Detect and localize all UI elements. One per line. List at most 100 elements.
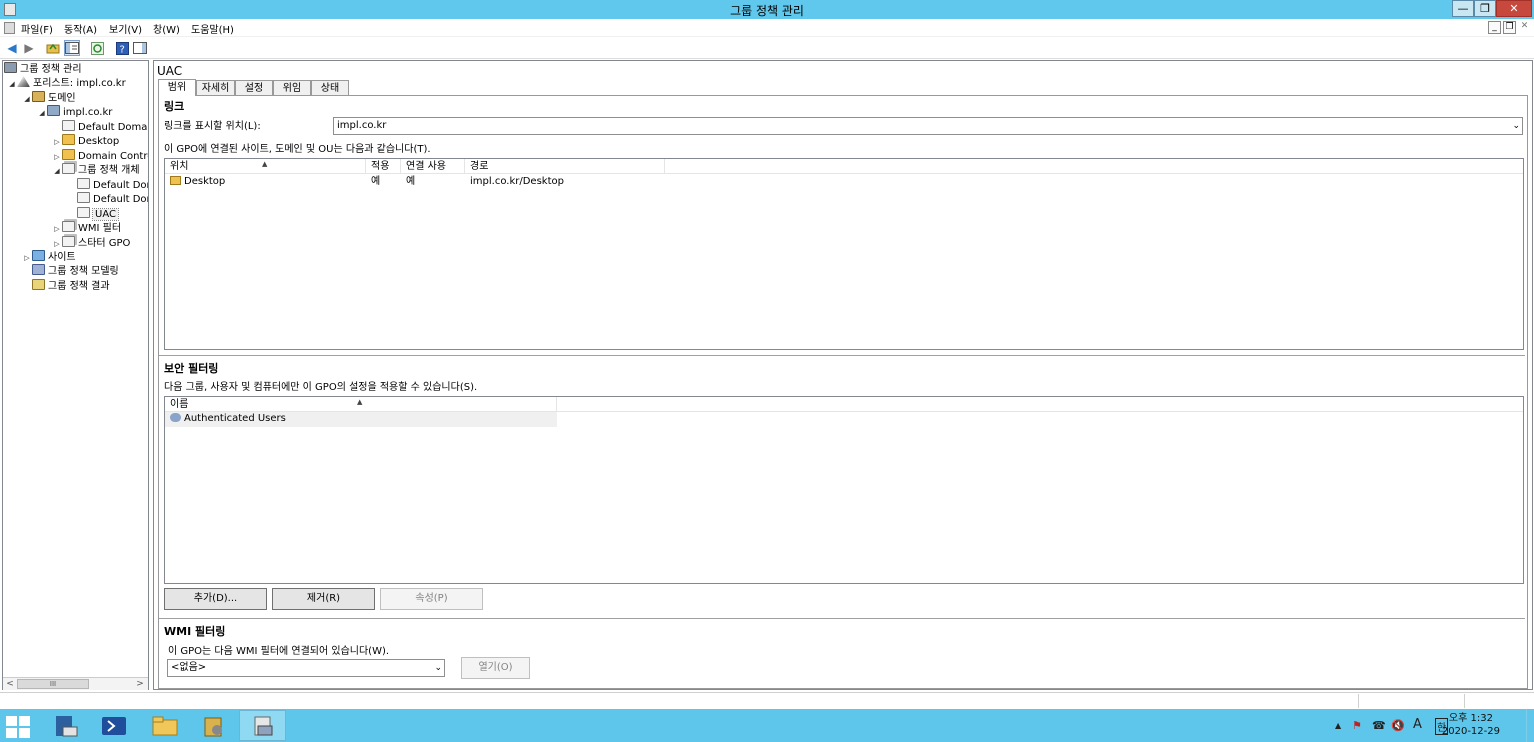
ou-folder-icon [170, 176, 181, 185]
tree-item-gp-results[interactable]: 그룹 정책 결과 [22, 279, 110, 293]
expand-toggle-icon[interactable]: ◢ [7, 77, 17, 91]
gpo-link-icon [62, 120, 75, 131]
scroll-right-icon[interactable]: > [134, 678, 146, 690]
action-center-flag-icon[interactable]: ⚑ [1352, 719, 1362, 732]
list-item[interactable]: Authenticated Users [165, 412, 557, 427]
tree-item-uac[interactable]: UAC [67, 207, 119, 221]
tree-item-default-domain-policy-link[interactable]: Default Domain Policy [52, 120, 148, 134]
sort-ascending-icon: ▲ [357, 398, 363, 406]
tree-item-gpm-root[interactable]: 그룹 정책 관리 [4, 62, 82, 76]
sort-ascending-icon: ▲ [262, 160, 268, 168]
column-path[interactable]: 경로 [465, 159, 665, 174]
tab-details[interactable]: 자세히 [196, 80, 235, 96]
show-hidden-icons[interactable]: ▲ [1335, 721, 1341, 730]
column-link-enabled[interactable]: 연결 사용 [401, 159, 465, 174]
tree-horizontal-scrollbar[interactable]: < III > [3, 677, 148, 690]
back-arrow-icon[interactable]: ◀ [4, 40, 20, 56]
tree-item-forest[interactable]: ◢ 포리스트: impl.co.kr [7, 76, 126, 90]
start-button[interactable] [0, 710, 47, 741]
tree-item-domain-impl[interactable]: ◢ impl.co.kr [37, 105, 112, 119]
scroll-thumb[interactable]: III [17, 679, 89, 689]
properties-button[interactable]: 속성(P) [380, 588, 483, 610]
ime-mode-icon[interactable]: A [1413, 717, 1422, 732]
show-hide-action-pane-icon[interactable] [132, 40, 148, 56]
menu-file[interactable]: 파일(F) [21, 21, 53, 36]
window-title-bar: 그룹 정책 관리 — ❐ ✕ [0, 0, 1534, 19]
links-section-title: 링크 [164, 100, 185, 113]
security-filter-list[interactable]: 이름 ▲ Authenticated Users [164, 396, 1524, 584]
menu-action[interactable]: 동작(A) [64, 21, 97, 36]
tab-delegation[interactable]: 위임 [273, 80, 311, 96]
restore-button[interactable]: ❐ [1474, 0, 1496, 17]
wmi-filter-dropdown[interactable]: <없음> ⌄ [167, 659, 445, 677]
tree-item-desktop-ou[interactable]: ▷ Desktop [52, 134, 119, 148]
menu-view[interactable]: 보기(V) [109, 21, 142, 36]
up-folder-icon[interactable] [45, 40, 61, 56]
tree-item-default-domain-policy[interactable]: Default Domain Policy [67, 192, 148, 206]
show-hide-console-tree-icon[interactable] [64, 40, 80, 56]
forward-arrow-icon[interactable]: ▶ [21, 40, 37, 56]
tree-item-gpo-container[interactable]: ◢ 그룹 정책 개체 [52, 163, 140, 177]
close-button[interactable]: ✕ [1496, 0, 1532, 17]
remove-button[interactable]: 제거(R) [272, 588, 375, 610]
tree-item-domain-controllers-ou[interactable]: ▷Domain Controllers [52, 149, 148, 164]
volume-muted-icon[interactable]: 🔇 [1391, 719, 1405, 732]
child-minimize-button[interactable]: _ [1488, 21, 1501, 34]
starter-gpo-folder-icon [62, 236, 75, 247]
expand-toggle-icon[interactable]: ▷ [52, 150, 62, 164]
child-restore-button[interactable]: ❐ [1503, 21, 1516, 34]
expand-toggle-icon[interactable]: ▷ [52, 237, 62, 251]
menu-help[interactable]: 도움말(H) [191, 21, 234, 36]
sites-icon [32, 250, 45, 261]
wmi-filtering-title: WMI 필터링 [164, 625, 226, 638]
taskbar-server-manager[interactable] [42, 710, 89, 741]
security-principal-name: Authenticated Users [184, 413, 286, 424]
taskbar-admin-tools[interactable] [190, 710, 237, 741]
tab-scope[interactable]: 범위 [158, 79, 196, 96]
server-manager-icon [55, 715, 77, 736]
expand-toggle-icon[interactable]: ◢ [22, 92, 32, 106]
gpm-icon [4, 62, 17, 73]
taskbar-powershell[interactable] [90, 710, 137, 741]
taskbar-file-explorer[interactable] [141, 710, 188, 741]
menu-window[interactable]: 창(W) [153, 21, 180, 36]
child-window-icon[interactable] [4, 22, 15, 34]
scroll-left-icon[interactable]: < [4, 678, 16, 690]
links-list[interactable]: 위치 ▲ 적용 연결 사용 경로 Desktop 예 예 impl.co.kr/… [164, 158, 1524, 350]
link-row-enforced: 예 [371, 176, 381, 187]
expand-toggle-icon[interactable]: ◢ [52, 164, 62, 178]
menu-bar: 파일(F) 동작(A) 보기(V) 창(W) 도움말(H) _ ❐ ✕ [0, 19, 1534, 37]
add-button[interactable]: 추가(D)... [164, 588, 267, 610]
open-wmi-filter-button[interactable]: 열기(O) [461, 657, 530, 679]
help-icon[interactable]: ? [114, 40, 130, 56]
clock-time: 오후 1:32 [1448, 713, 1493, 724]
minimize-button[interactable]: — [1452, 0, 1474, 17]
link-row-link-enabled: 예 [406, 176, 416, 187]
powershell-icon [101, 716, 126, 735]
gpo-icon [77, 207, 90, 218]
modeling-icon [32, 264, 45, 275]
link-row-location: Desktop [184, 176, 226, 187]
expand-toggle-icon[interactable]: ▷ [52, 222, 62, 236]
link-location-dropdown[interactable]: impl.co.kr ⌄ [333, 117, 1523, 135]
results-icon [32, 279, 45, 290]
tree-item-gp-modeling[interactable]: 그룹 정책 모델링 [22, 264, 119, 278]
tree-item-wmi-filters[interactable]: ▷ WMI 필터 [52, 221, 121, 235]
tree-item-sites[interactable]: ▷ 사이트 [22, 250, 76, 264]
network-icon[interactable]: ☎ [1372, 719, 1386, 732]
expand-toggle-icon[interactable]: ▷ [52, 135, 62, 149]
tree-item-starter-gpos[interactable]: ▷ 스타터 GPO [52, 236, 130, 250]
tab-status[interactable]: 상태 [311, 80, 349, 96]
expand-toggle-icon[interactable]: ◢ [37, 106, 47, 120]
tree-item-domains[interactable]: ◢ 도메인 [22, 91, 76, 105]
tab-settings[interactable]: 설정 [235, 80, 273, 96]
show-desktop-button[interactable] [1526, 709, 1534, 742]
clock[interactable]: 오후 1:32 2020-12-29 [1442, 712, 1500, 738]
column-enforced[interactable]: 적용 [366, 159, 401, 174]
expand-toggle-icon[interactable]: ▷ [22, 251, 32, 265]
refresh-icon[interactable] [89, 40, 105, 56]
gpo-icon [77, 178, 90, 189]
taskbar-gpm-console[interactable] [239, 710, 286, 741]
tree-item-default-dc-policy[interactable]: Default Domain Controllers Policy [67, 178, 148, 192]
child-close-button[interactable]: ✕ [1518, 21, 1531, 34]
